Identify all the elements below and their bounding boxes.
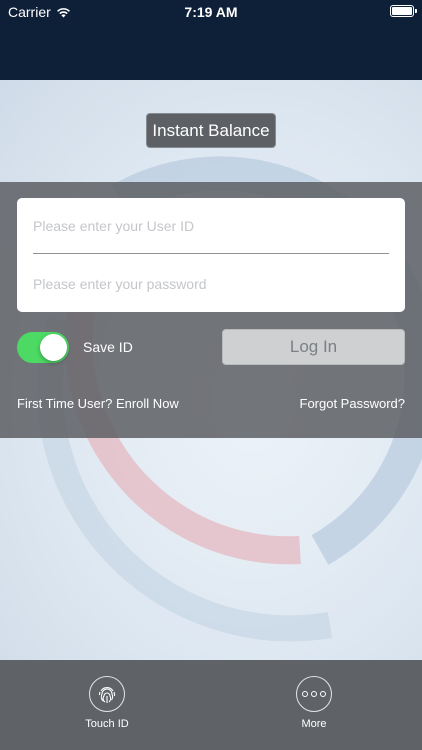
bottom-bar: Touch ID More xyxy=(0,660,422,750)
tab-touch-id[interactable]: Touch ID xyxy=(62,676,152,730)
login-screen: Carrier 7:19 AM Instant Balance Save ID … xyxy=(0,0,422,750)
save-id-label: Save ID xyxy=(83,339,133,355)
login-card xyxy=(17,198,405,312)
instant-balance-button[interactable]: Instant Balance xyxy=(146,113,276,148)
header: Carrier 7:19 AM xyxy=(0,0,422,80)
fingerprint-icon xyxy=(89,676,125,712)
user-id-input[interactable] xyxy=(33,198,389,254)
enroll-link[interactable]: First Time User? Enroll Now xyxy=(17,396,179,411)
touch-id-label: Touch ID xyxy=(85,718,129,730)
toggle-knob xyxy=(40,334,67,361)
status-time: 7:19 AM xyxy=(184,4,238,20)
password-input[interactable] xyxy=(33,256,389,312)
more-label: More xyxy=(301,718,327,730)
tab-more[interactable]: More xyxy=(269,676,359,730)
save-id-toggle[interactable] xyxy=(17,332,69,363)
login-button[interactable]: Log In xyxy=(222,329,405,365)
forgot-password-link[interactable]: Forgot Password? xyxy=(300,396,406,411)
more-dots-icon xyxy=(296,676,332,712)
battery-icon xyxy=(390,5,417,17)
